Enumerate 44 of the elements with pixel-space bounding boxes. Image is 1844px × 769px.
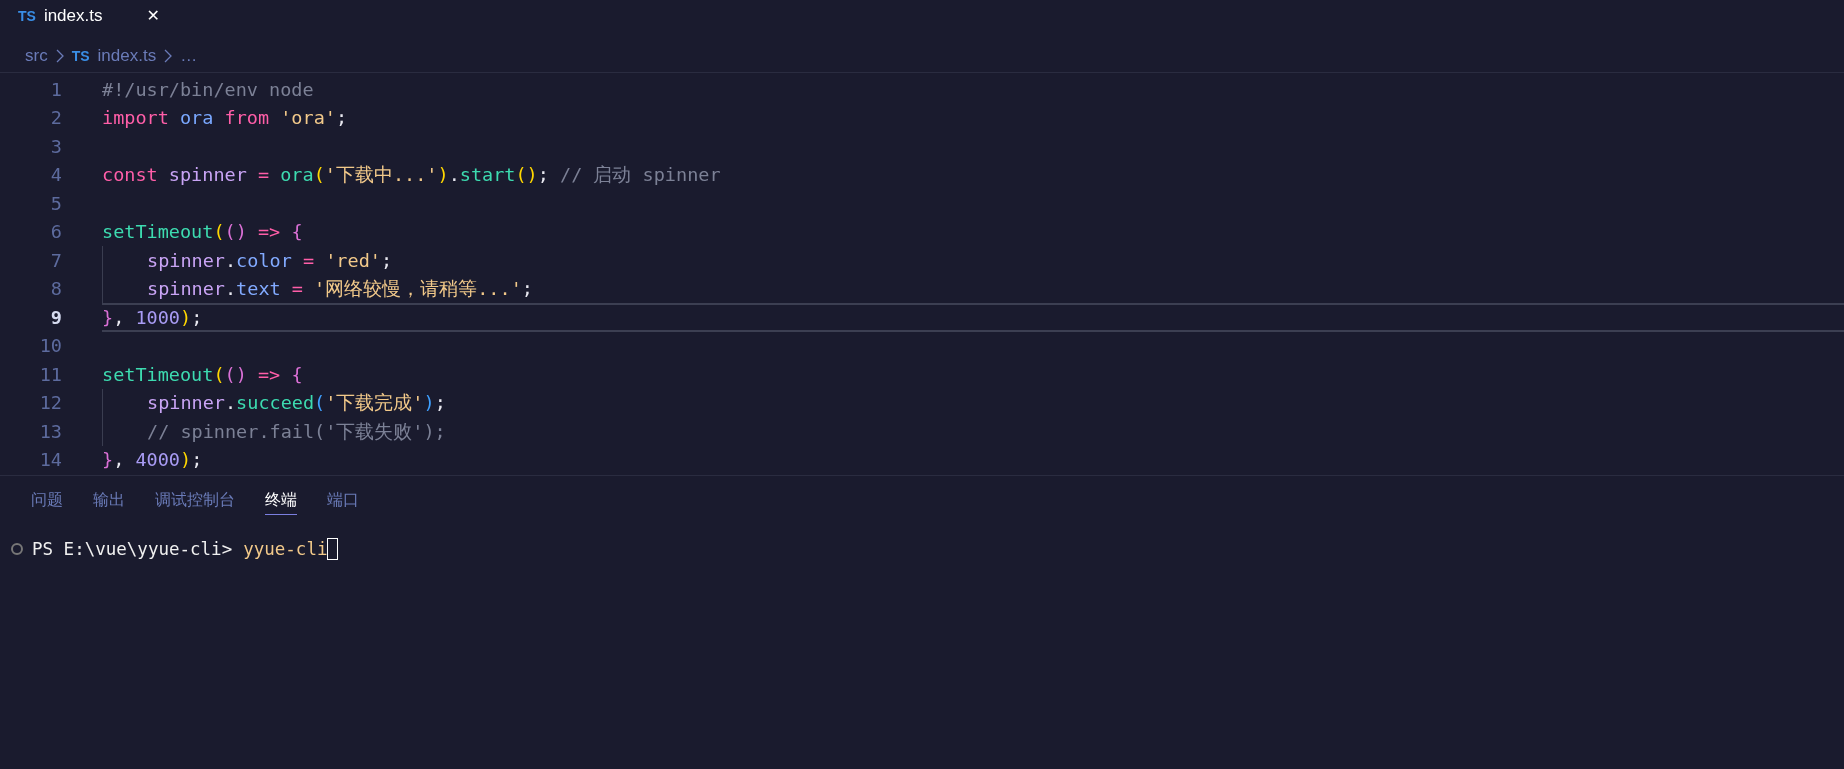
code-line: }, 4000); [102, 448, 204, 473]
tab-label: index.ts [43, 5, 103, 26]
panel-tab[interactable]: 问题 [31, 490, 63, 514]
code-line: spinner.succeed('下载完成'); [102, 388, 1844, 417]
code-line: spinner.color = 'red'; [102, 246, 1844, 275]
code-line: setTimeout(() => { [102, 362, 304, 387]
code-line: }, 1000); [102, 303, 1844, 332]
panel-tab[interactable]: 输出 [93, 490, 125, 514]
close-icon[interactable]: ✕ [146, 6, 160, 25]
code-line: #!/usr/bin/env node [102, 77, 315, 102]
panel-tab[interactable]: 终端 [265, 490, 297, 515]
terminal-prompt: PS E:\vue\yyue-cli> [32, 539, 233, 559]
line-number: 2 [49, 107, 62, 129]
terminal-command: yyue-cli [243, 539, 328, 559]
code-line: const spinner = ora('下载中...').start(); // 启动 spinner [102, 163, 722, 188]
breadcrumb-item[interactable]: index.ts [97, 45, 157, 66]
panel-tab[interactable]: 调试控制台 [155, 490, 235, 514]
line-number: 11 [38, 363, 62, 385]
line-number: 1 [49, 78, 62, 100]
line-number: 8 [49, 278, 62, 300]
chevron-right-icon [55, 48, 64, 63]
code-line: // spinner.fail('下载失败'); [102, 417, 1844, 446]
line-number: 7 [49, 249, 62, 271]
typescript-file-icon: TS [71, 47, 90, 64]
code-line: spinner.text = '网络较慢，请稍等...'; [102, 274, 1844, 303]
code-line: import ora from 'ora'; [102, 106, 349, 131]
line-number: 6 [49, 221, 62, 243]
line-number: 10 [38, 335, 62, 357]
breadcrumb-item[interactable]: … [180, 45, 198, 66]
code-line: setTimeout(() => { [102, 220, 304, 245]
line-number: 14 [38, 449, 62, 471]
breadcrumb-item[interactable]: src [25, 45, 48, 66]
line-number: 12 [38, 392, 62, 414]
typescript-file-icon: TS [18, 7, 36, 24]
status-circle-icon [11, 543, 23, 555]
line-number: 4 [49, 164, 62, 186]
text-cursor [327, 538, 339, 560]
editor-tab[interactable]: TS index.ts ✕ [0, 0, 174, 31]
panel-tab[interactable]: 端口 [327, 490, 359, 514]
line-number: 13 [38, 420, 62, 442]
chevron-right-icon [164, 48, 173, 63]
line-number: 9 [49, 306, 62, 328]
line-number: 3 [49, 135, 62, 157]
line-number: 5 [49, 192, 62, 214]
